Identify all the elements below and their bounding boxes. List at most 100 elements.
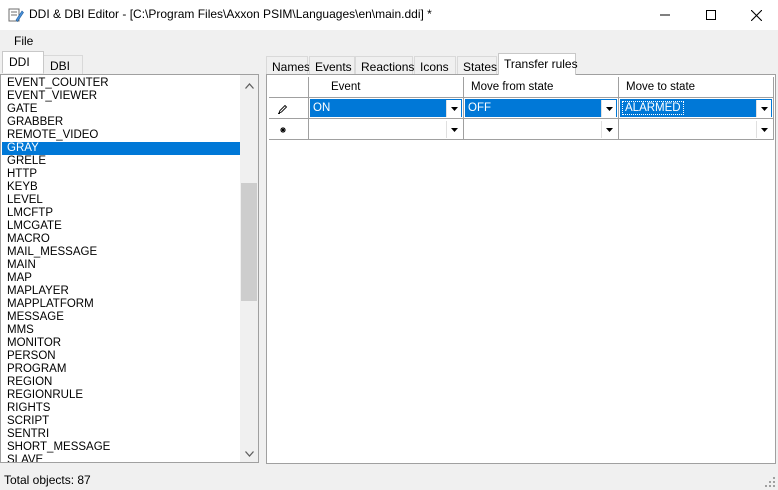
move-to-dropdown-button[interactable] (756, 121, 771, 138)
status-bar: Total objects: 87 (0, 468, 778, 490)
move-to-dropdown[interactable]: ALARMED (620, 99, 772, 117)
list-item[interactable]: MACRO (2, 233, 240, 246)
list-item[interactable]: EVENT_COUNTER (2, 77, 240, 90)
list-item[interactable]: LEVEL (2, 194, 240, 207)
list-item[interactable]: SCRIPT (2, 415, 240, 428)
list-item[interactable]: KEYB (2, 181, 240, 194)
transfer-rules-grid: Event Move from state Move to state ON O… (266, 74, 776, 464)
list-item[interactable]: MMS (2, 324, 240, 337)
event-dropdown-button[interactable] (446, 100, 461, 117)
list-item[interactable]: PROGRAM (2, 363, 240, 376)
list-item[interactable]: MAIL_MESSAGE (2, 246, 240, 259)
list-item[interactable]: GRELE (2, 155, 240, 168)
column-header-event[interactable]: Event (309, 77, 464, 98)
tab-reactions[interactable]: Reactions (355, 56, 414, 75)
scroll-down-button[interactable] (240, 445, 258, 462)
new-table-row[interactable] (269, 119, 775, 140)
tab-ddi[interactable]: DDI (2, 51, 44, 73)
event-value: ON (313, 102, 331, 114)
chevron-up-icon (244, 82, 254, 89)
new-row-icon (280, 127, 286, 133)
tab-names[interactable]: Names (266, 56, 310, 75)
move-from-dropdown-button[interactable] (601, 100, 616, 117)
list-item[interactable]: GRABBER (2, 116, 240, 129)
list-item[interactable]: REMOTE_VIDEO (2, 129, 240, 142)
column-header-move-from[interactable]: Move from state (464, 77, 619, 98)
list-item[interactable]: MESSAGE (2, 311, 240, 324)
dropdown-arrow-icon (605, 106, 613, 111)
row-header[interactable] (269, 119, 309, 140)
column-header-move-to-label: Move to state (626, 81, 696, 93)
row-header[interactable] (269, 98, 309, 119)
maximize-icon (706, 10, 716, 20)
close-icon (750, 9, 762, 21)
list-item[interactable]: LMCGATE (2, 220, 240, 233)
table-row[interactable]: ON OFF ALARMED (269, 98, 775, 119)
move-to-dropdown-button[interactable] (756, 100, 771, 117)
app-icon (8, 7, 24, 23)
column-header-move-to[interactable]: Move to state (619, 77, 774, 98)
close-button[interactable] (733, 0, 778, 30)
event-cell[interactable]: ON (309, 98, 464, 119)
list-item[interactable]: LMCFTP (2, 207, 240, 220)
list-item[interactable]: REGIONRULE (2, 389, 240, 402)
menu-bar: File (0, 30, 778, 52)
dropdown-arrow-icon (450, 106, 458, 111)
list-item[interactable]: GATE (2, 103, 240, 116)
list-item[interactable]: REGION (2, 376, 240, 389)
tab-events[interactable]: Events (309, 56, 355, 75)
title-bar: DDI & DBI Editor - [C:\Program Files\Axx… (0, 0, 778, 30)
list-item[interactable]: GRAY (2, 142, 240, 155)
scrollbar-thumb[interactable] (241, 183, 257, 301)
list-item[interactable]: MAPPLATFORM (2, 298, 240, 311)
chevron-down-icon (244, 450, 254, 457)
dropdown-arrow-icon (760, 106, 768, 111)
column-header-move-from-label: Move from state (471, 81, 554, 93)
move-from-cell[interactable] (464, 119, 619, 140)
dropdown-arrow-icon (605, 127, 613, 132)
move-to-dropdown[interactable] (620, 120, 772, 138)
tab-dbi[interactable]: DBI (43, 55, 83, 74)
move-from-dropdown[interactable]: OFF (465, 99, 617, 117)
move-from-value: OFF (468, 102, 491, 114)
resize-grip-icon[interactable] (764, 476, 776, 488)
list-item[interactable]: MAIN (2, 259, 240, 272)
tab-states[interactable]: States (457, 56, 497, 75)
move-from-cell[interactable]: OFF (464, 98, 619, 119)
column-header-event-label: Event (331, 81, 361, 93)
menu-file[interactable]: File (14, 34, 33, 48)
move-from-dropdown[interactable] (465, 120, 617, 138)
event-dropdown[interactable]: ON (310, 99, 462, 117)
list-item[interactable]: SENTRI (2, 428, 240, 441)
move-from-dropdown-button[interactable] (601, 121, 616, 138)
vertical-scrollbar[interactable] (240, 75, 258, 462)
list-item[interactable]: MAPLAYER (2, 285, 240, 298)
list-item[interactable]: SLAVE (2, 454, 240, 462)
total-objects-label: Total objects: 87 (4, 473, 91, 487)
list-item[interactable]: SHORT_MESSAGE (2, 441, 240, 454)
dropdown-arrow-icon (450, 127, 458, 132)
list-item[interactable]: HTTP (2, 168, 240, 181)
event-cell[interactable] (309, 119, 464, 140)
minimize-button[interactable] (642, 0, 688, 30)
minimize-icon (660, 14, 670, 16)
row-header-corner (269, 77, 309, 98)
event-dropdown-button[interactable] (446, 121, 461, 138)
list-item[interactable]: MAP (2, 272, 240, 285)
tab-transfer-rules[interactable]: Transfer rules (498, 53, 578, 75)
maximize-button[interactable] (688, 0, 734, 30)
move-to-value: ALARMED (622, 101, 684, 115)
object-list-items: EVENT_COUNTER EVENT_VIEWER GATE GRABBER REMO… (2, 77, 240, 462)
list-item[interactable]: EVENT_VIEWER (2, 90, 240, 103)
pencil-icon (278, 104, 288, 114)
tab-icons[interactable]: Icons (414, 56, 456, 75)
scroll-up-button[interactable] (240, 77, 258, 94)
list-item[interactable]: PERSON (2, 350, 240, 363)
list-item[interactable]: MONITOR (2, 337, 240, 350)
move-to-cell[interactable]: ALARMED (619, 98, 774, 119)
object-list[interactable]: EVENT_COUNTER EVENT_VIEWER GATE GRABBER REMO… (0, 74, 259, 463)
list-item[interactable]: RIGHTS (2, 402, 240, 415)
dropdown-arrow-icon (760, 127, 768, 132)
move-to-cell[interactable] (619, 119, 774, 140)
event-dropdown[interactable] (310, 120, 462, 138)
